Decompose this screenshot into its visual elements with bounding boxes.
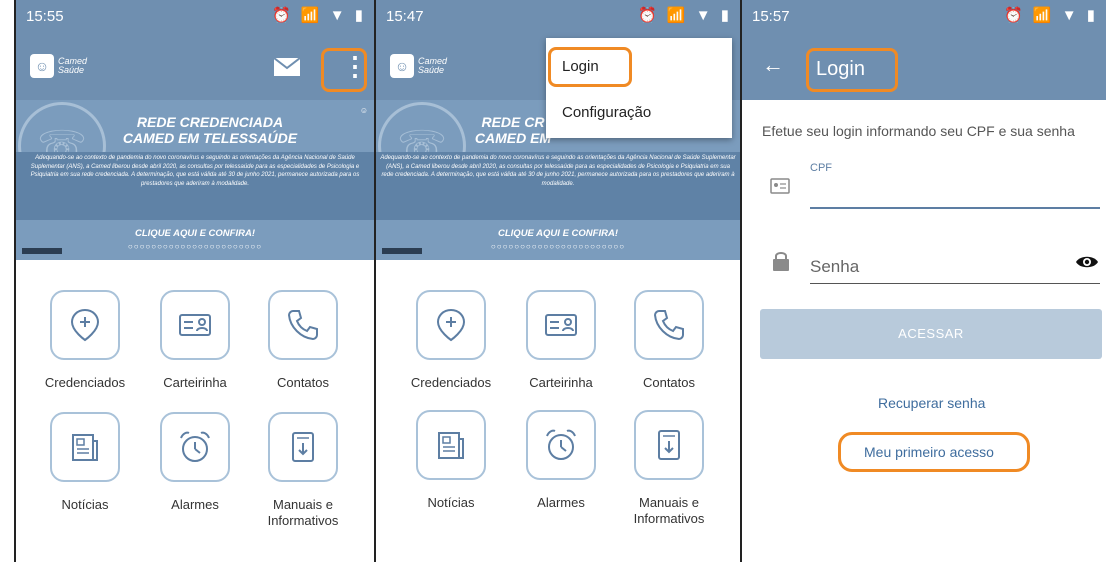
tile-label: Carteirinha	[163, 375, 227, 390]
menu-item-configuracao[interactable]: Configuração	[562, 104, 651, 121]
back-arrow-icon[interactable]: ←	[762, 52, 784, 78]
cpf-input[interactable]	[810, 207, 1100, 209]
credenciados-tile[interactable]	[416, 290, 486, 360]
tile-label: Credenciados	[410, 375, 492, 390]
recover-password-link[interactable]: Recuperar senha	[878, 395, 985, 411]
banner-body: Adequando-se ao contexto de pandemia do …	[376, 152, 740, 220]
status-bar: 15:57 ⏰ 📶 ▼ ▮	[742, 0, 1106, 32]
status-time: 15:55	[26, 8, 64, 25]
banner-carousel[interactable]: ☏ ☺ REDE CREDENCIADA CAMED EM TELESSAÚDE…	[16, 100, 374, 260]
tile-label: Contatos	[276, 375, 330, 390]
banner-logo: ☺	[359, 106, 368, 115]
carousel-indicators[interactable]: ○○○○○○○○○○○○○○○○○○○○○○○	[376, 242, 740, 251]
banner-tag	[382, 248, 422, 254]
tile-label: Alarmes	[171, 497, 219, 512]
highlight-box	[548, 47, 632, 87]
status-icons: ⏰ 📶 ▼ ▮	[272, 7, 366, 24]
camed-logo: ☺ Camed Saúde	[390, 54, 447, 78]
tile-label: Manuais e Informativos	[633, 495, 705, 526]
highlight-box	[806, 48, 898, 92]
banner-body: Adequando-se ao contexto de pandemia do …	[16, 152, 374, 220]
cpf-label: CPF	[810, 162, 832, 174]
download-document-icon	[658, 430, 680, 460]
tile-label: Manuais e Informativos	[267, 497, 339, 528]
password-input[interactable]: Senha	[810, 257, 859, 277]
banner-cta[interactable]: CLIQUE AQUI E CONFIRA!	[376, 228, 740, 239]
tile-label: Notícias	[61, 497, 109, 512]
location-plus-icon	[70, 308, 100, 342]
banner-title: REDE CREDENCIADA CAMED EM TELESSAÚDE	[122, 114, 298, 146]
tile-label: Contatos	[642, 375, 696, 390]
tile-label: Alarmes	[537, 495, 585, 510]
contatos-tile[interactable]	[634, 290, 704, 360]
logo-mark-icon: ☺	[390, 54, 414, 78]
eye-icon[interactable]	[1075, 253, 1099, 271]
banner-tag	[22, 248, 62, 254]
lock-icon	[773, 252, 789, 271]
mail-icon[interactable]	[274, 58, 300, 76]
logo-mark-icon: ☺	[30, 54, 54, 78]
noticias-tile[interactable]	[50, 412, 120, 482]
manuais-tile[interactable]	[268, 412, 338, 482]
phone-icon	[653, 310, 684, 341]
highlight-box	[321, 48, 367, 92]
password-underline	[810, 283, 1100, 284]
newspaper-icon	[438, 432, 464, 459]
status-time: 15:47	[386, 8, 424, 25]
banner-cta[interactable]: CLIQUE AQUI E CONFIRA!	[16, 228, 374, 239]
carousel-indicators[interactable]: ○○○○○○○○○○○○○○○○○○○○○○○	[16, 242, 374, 251]
status-bar: 15:55 ⏰ 📶 ▼ ▮	[16, 0, 374, 32]
camed-logo: ☺ Camed Saúde	[30, 54, 87, 78]
contatos-tile[interactable]	[268, 290, 338, 360]
carteirinha-tile[interactable]	[160, 290, 230, 360]
acessar-button[interactable]: ACESSAR	[760, 309, 1102, 359]
alarmes-tile[interactable]	[526, 410, 596, 480]
carteirinha-tile[interactable]	[526, 290, 596, 360]
phone-icon	[287, 310, 318, 341]
newspaper-icon	[72, 434, 98, 461]
alarm-clock-icon	[180, 431, 210, 462]
tile-label: Carteirinha	[529, 375, 593, 390]
tile-label: Credenciados	[44, 375, 126, 390]
app-bar: ← Login	[742, 32, 1106, 100]
alarmes-tile[interactable]	[160, 412, 230, 482]
status-icons: ⏰ 📶 ▼ ▮	[638, 7, 732, 24]
login-instruction: Efetue seu login informando seu CPF e su…	[762, 123, 1075, 139]
manuais-tile[interactable]	[634, 410, 704, 480]
status-icons: ⏰ 📶 ▼ ▮	[1004, 7, 1098, 24]
location-plus-icon	[436, 308, 466, 342]
tile-label: Notícias	[427, 495, 475, 510]
id-card-icon	[179, 314, 211, 336]
id-card-icon	[545, 314, 577, 336]
download-document-icon	[292, 432, 314, 462]
status-bar: 15:47 ⏰ 📶 ▼ ▮	[376, 0, 740, 32]
credenciados-tile[interactable]	[50, 290, 120, 360]
screen-home: 15:55 ⏰ 📶 ▼ ▮ ☺ Camed Saúde ⋮ ☏ ☺ REDE C…	[16, 0, 374, 562]
id-card-icon	[770, 178, 790, 194]
screen-login: 15:57 ⏰ 📶 ▼ ▮ ← Login Efetue seu login i…	[742, 0, 1106, 562]
logo-line2: Saúde	[58, 65, 85, 75]
highlight-box	[838, 432, 1030, 472]
status-time: 15:57	[752, 8, 790, 25]
noticias-tile[interactable]	[416, 410, 486, 480]
screen-home-menu: 15:47 ⏰ 📶 ▼ ▮ ☺ Camed Saúde ☏ REDE CR CA…	[376, 0, 740, 562]
logo-line2: Saúde	[418, 65, 445, 75]
alarm-clock-icon	[546, 429, 576, 460]
